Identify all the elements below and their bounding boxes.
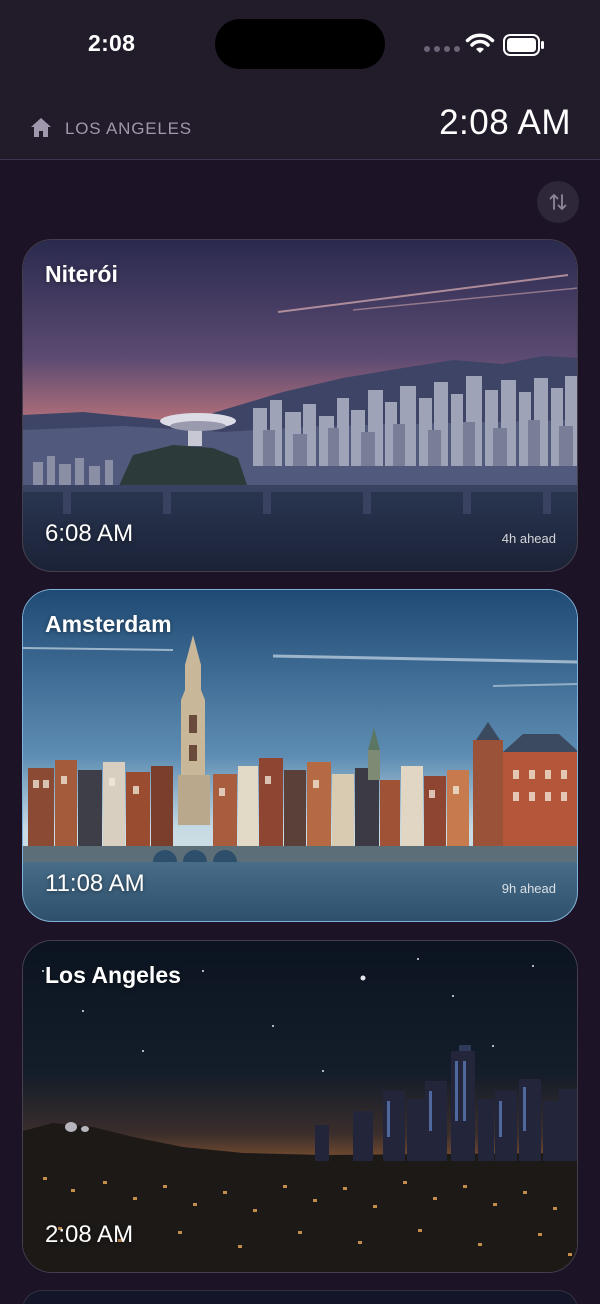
city-time: 11:08 AM (45, 870, 145, 897)
city-card-los-angeles[interactable]: Los Angeles 2:08 AM (22, 940, 578, 1273)
city-card-niteroi[interactable]: Niterói 6:08 AM 4h ahead (22, 239, 578, 572)
city-name: Niterói (45, 261, 118, 287)
dynamic-island (215, 19, 385, 69)
home-city-label: LOS ANGELES (65, 119, 192, 138)
wifi-icon (465, 33, 495, 53)
world-clock-screen: 2:08 LOS ANGELES 2:08 AM Niterói 6:08 AM… (0, 0, 600, 1304)
next-city-card-peek[interactable] (22, 1290, 578, 1304)
sort-arrows-icon (549, 194, 567, 210)
time-offset: 4h ahead (501, 531, 556, 546)
time-offset: 9h ahead (501, 881, 556, 896)
city-time: 6:08 AM (45, 520, 134, 547)
battery-icon (503, 34, 544, 56)
city-name: Amsterdam (45, 611, 172, 637)
city-name: Los Angeles (45, 962, 181, 988)
header: 2:08 LOS ANGELES 2:08 AM (0, 0, 600, 160)
house-icon (31, 118, 51, 137)
cellular-signal-icon (424, 46, 460, 52)
city-time: 2:08 AM (45, 1221, 134, 1248)
city-card-amsterdam[interactable]: Amsterdam 11:08 AM 9h ahead (22, 589, 578, 922)
sort-button[interactable] (537, 181, 579, 223)
home-current-time: 2:08 AM (439, 103, 571, 142)
status-bar-time: 2:08 (88, 30, 136, 56)
